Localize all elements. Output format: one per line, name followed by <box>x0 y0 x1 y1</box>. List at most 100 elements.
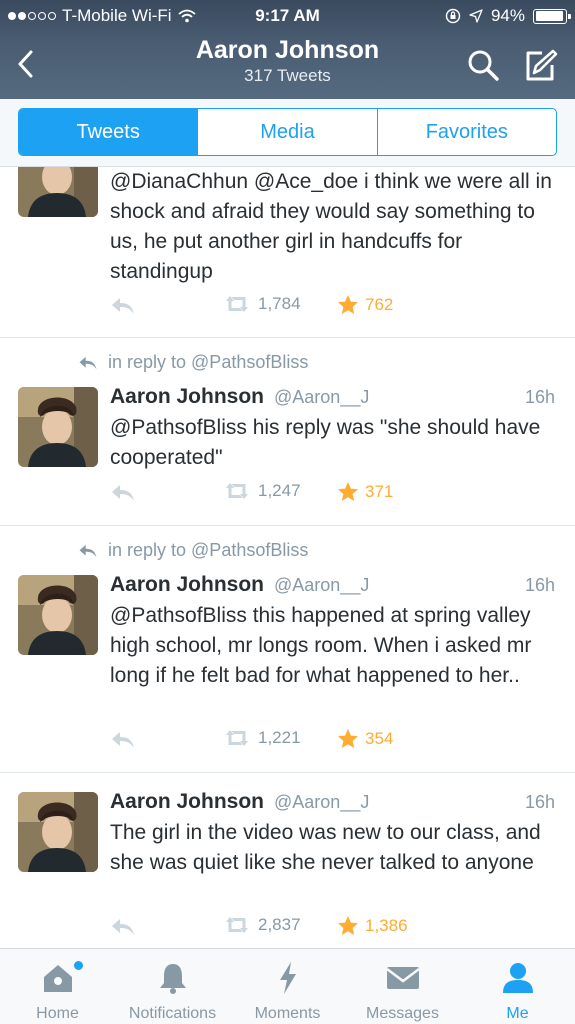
star-icon <box>337 728 359 750</box>
reply-button[interactable] <box>110 730 136 755</box>
tweet-header: Aaron Johnson @Aaron__J 16h <box>110 790 555 814</box>
retweet-count: 1,247 <box>258 481 301 500</box>
reply-icon <box>110 296 136 316</box>
favorite-count: 371 <box>365 482 394 501</box>
avatar[interactable] <box>18 387 98 467</box>
author-handle[interactable]: @Aaron__J <box>274 792 369 813</box>
tab-tweets[interactable]: Tweets <box>19 109 199 155</box>
retweet-button[interactable]: 1,784 <box>222 294 301 314</box>
person-icon <box>502 963 533 993</box>
retweet-button[interactable]: 1,221 <box>222 728 301 748</box>
envelope-icon <box>385 967 420 989</box>
tab-moments-label: Moments <box>254 1005 321 1022</box>
in-reply-to[interactable]: in reply to @PathsofBliss <box>78 540 308 561</box>
reply-icon <box>78 355 98 371</box>
tweet-header: Aaron Johnson @Aaron__J 16h <box>110 573 555 597</box>
battery-percent: 94% <box>490 6 525 25</box>
reply-icon <box>110 730 136 750</box>
compose-tweet-button[interactable] <box>520 46 560 86</box>
favorite-count: 762 <box>365 295 394 314</box>
reply-icon <box>78 543 98 559</box>
star-icon <box>337 294 359 316</box>
avatar[interactable] <box>18 575 98 655</box>
star-icon <box>337 915 359 937</box>
lightning-icon <box>279 962 296 994</box>
retweet-button[interactable]: 2,837 <box>222 915 301 935</box>
bottom-tab-bar: Home Notifications Moments Messages Me <box>0 948 575 1024</box>
rotation-lock-icon <box>445 8 461 24</box>
favorite-count: 1,386 <box>365 916 408 935</box>
reply-button[interactable] <box>110 296 136 321</box>
tweet-time: 16h <box>524 387 555 407</box>
tweet-header: Aaron Johnson @Aaron__J 16h <box>110 385 555 409</box>
retweet-icon <box>222 481 252 501</box>
favorite-button[interactable]: 371 <box>337 481 393 503</box>
compose-icon <box>526 49 558 81</box>
tweet-text: @DianaChhun @Ace_doe i think we were all… <box>110 170 552 283</box>
retweet-icon <box>222 915 252 935</box>
tab-notifications[interactable]: Notifications <box>115 949 230 1024</box>
favorite-button[interactable]: 1,386 <box>337 915 408 937</box>
author-handle[interactable]: @Aaron__J <box>274 387 369 408</box>
profile-tab-bar: Tweets Media Favorites <box>0 99 575 167</box>
tab-messages[interactable]: Messages <box>345 949 460 1024</box>
in-reply-to-label: in reply to @PathsofBliss <box>108 352 309 372</box>
retweet-count: 2,837 <box>258 915 301 934</box>
in-reply-to[interactable]: in reply to @PathsofBliss <box>78 352 308 373</box>
tweet-item[interactable]: in reply to @PathsofBliss Aaron Johnson … <box>0 526 575 773</box>
profile-header: T-Mobile Wi-Fi 9:17 AM 94% Aaron Johnson… <box>0 0 575 99</box>
retweet-count: 1,221 <box>258 728 301 747</box>
tab-home-label: Home <box>36 1005 79 1022</box>
tweet-item[interactable]: Aaron Johnson @Aaron__J 16h The girl in … <box>0 773 575 948</box>
favorite-count: 354 <box>365 729 394 748</box>
tab-favorites[interactable]: Favorites <box>378 109 556 155</box>
reply-button[interactable] <box>110 483 136 508</box>
reply-icon <box>110 917 136 937</box>
tab-me[interactable]: Me <box>460 949 575 1024</box>
status-right: 94% <box>445 6 571 26</box>
author-handle[interactable]: @Aaron__J <box>274 575 369 596</box>
tab-me-label: Me <box>506 1005 529 1022</box>
tweet-text: @PathsofBliss this happened at spring va… <box>110 604 532 687</box>
tweet-item[interactable]: in reply to @PathsofBliss Aaron Johnson … <box>0 338 575 526</box>
tab-media[interactable]: Media <box>198 109 378 155</box>
tab-moments[interactable]: Moments <box>230 949 345 1024</box>
home-icon <box>43 965 72 992</box>
in-reply-to-label: in reply to @PathsofBliss <box>108 540 309 560</box>
battery-level-fill <box>535 11 563 21</box>
battery-icon <box>533 8 571 24</box>
search-button[interactable] <box>464 46 504 86</box>
tweet-item[interactable]: @DianaChhun @Ace_doe i think we were all… <box>0 167 575 338</box>
location-arrow-icon <box>469 9 483 23</box>
retweet-icon <box>222 294 252 314</box>
author-name[interactable]: Aaron Johnson <box>110 385 264 409</box>
tweet-text: The girl in the video was new to our cla… <box>110 821 541 874</box>
tweet-feed[interactable]: @DianaChhun @Ace_doe i think we were all… <box>0 167 575 948</box>
tab-messages-label: Messages <box>366 1005 439 1022</box>
tweet-time: 16h <box>524 575 555 595</box>
unread-dot <box>74 961 83 970</box>
author-name[interactable]: Aaron Johnson <box>110 573 264 597</box>
tweet-actions: 1,221 354 <box>110 728 560 756</box>
tweet-text: @PathsofBliss his reply was "she should … <box>110 416 541 469</box>
tweet-time: 16h <box>524 792 555 812</box>
reply-icon <box>110 483 136 503</box>
tweet-actions: 1,784 762 <box>110 294 560 322</box>
tab-notifications-label: Notifications <box>128 1005 217 1022</box>
search-icon <box>468 50 499 81</box>
favorite-button[interactable]: 762 <box>337 294 393 316</box>
avatar[interactable] <box>18 792 98 872</box>
favorite-button[interactable]: 354 <box>337 728 393 750</box>
retweet-button[interactable]: 1,247 <box>222 481 301 501</box>
author-name[interactable]: Aaron Johnson <box>110 790 264 814</box>
tab-home[interactable]: Home <box>0 949 115 1024</box>
tweet-actions: 2,837 1,386 <box>110 915 560 943</box>
retweet-icon <box>222 728 252 748</box>
segmented-control: Tweets Media Favorites <box>18 108 557 156</box>
retweet-count: 1,784 <box>258 294 301 313</box>
bell-icon <box>159 964 186 994</box>
tweet-actions: 1,247 371 <box>110 481 560 509</box>
avatar[interactable] <box>18 167 98 217</box>
reply-button[interactable] <box>110 917 136 942</box>
status-bar: T-Mobile Wi-Fi 9:17 AM 94% <box>0 0 575 34</box>
